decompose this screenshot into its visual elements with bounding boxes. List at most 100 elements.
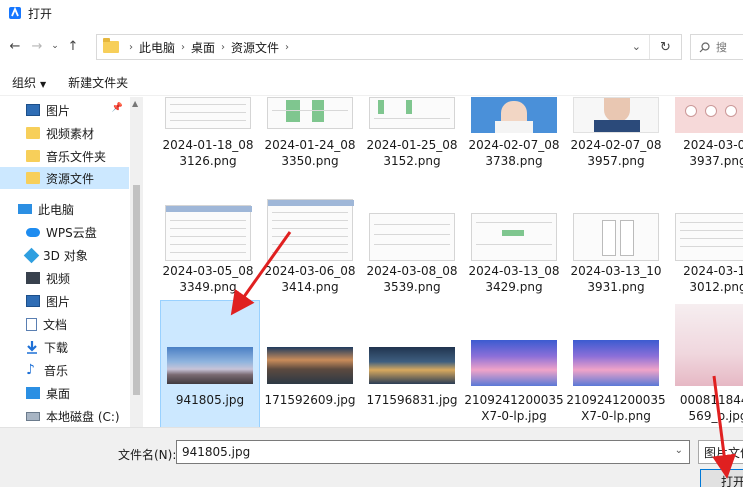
file-name: 2024-02-07_08: [570, 138, 662, 152]
file-item[interactable]: 2024-03-06_08 3414.png: [260, 197, 360, 297]
file-item[interactable]: 0008118446 569_p.jpg: [668, 300, 743, 427]
file-name-line2: 3126.png: [179, 154, 237, 168]
address-bar[interactable]: › 此电脑 › 桌面 › 资源文件 › ⌄ ↻: [96, 34, 682, 60]
chevron-right-icon: ›: [181, 41, 186, 53]
open-button[interactable]: 打开: [700, 469, 743, 487]
folder-icon: [103, 38, 119, 53]
pin-icon: 📌: [111, 103, 123, 113]
recent-locations-button[interactable]: ⌄: [48, 35, 62, 57]
sidebar-item-3d-objects[interactable]: 3D 对象: [0, 244, 129, 266]
sidebar-item-documents[interactable]: 文档: [0, 313, 129, 335]
file-name-line2: 3012.png: [689, 280, 743, 294]
file-item[interactable]: 2024-03-13_10 3931.png: [566, 197, 666, 297]
search-input[interactable]: 搜: [690, 34, 743, 60]
thumbnail: [471, 97, 557, 133]
sidebar-item-label: 音乐文件夹: [46, 149, 107, 164]
file-item[interactable]: 2024-03-01 3937.png: [668, 97, 743, 177]
sidebar-item-label: 图片: [46, 294, 71, 309]
sidebar-item-pictures[interactable]: 图片: [0, 290, 129, 312]
music-icon: ♪: [26, 362, 35, 378]
thumbnail: [675, 213, 743, 261]
thumbnail: [167, 347, 253, 384]
file-item[interactable]: 2024-03-08_08 3539.png: [362, 197, 462, 297]
sidebar-item-music-folder[interactable]: 音乐文件夹: [0, 145, 129, 167]
sidebar-scrollbar[interactable]: ▲: [130, 97, 143, 427]
back-button[interactable]: ←: [4, 35, 26, 57]
file-item[interactable]: 2024-02-07_08 3738.png: [464, 97, 564, 177]
file-name: 2024-03-08_08: [366, 264, 458, 278]
organize-button[interactable]: 组织 ▼: [12, 74, 46, 91]
sidebar-item-label: WPS云盘: [46, 225, 97, 240]
breadcrumb-desktop[interactable]: 桌面: [191, 39, 215, 56]
filename-input[interactable]: 941805.jpg ⌄: [176, 440, 690, 464]
thumbnail: [369, 97, 455, 129]
sidebar-item-resource-files[interactable]: 资源文件: [0, 167, 129, 189]
file-name-line2: 569_p.jpg: [688, 409, 743, 423]
up-button[interactable]: ↑: [62, 35, 84, 57]
file-item[interactable]: 2024-01-25_08 3152.png: [362, 97, 462, 177]
filetype-select[interactable]: 图片文件: [698, 440, 743, 464]
file-item[interactable]: 2024-01-24_08 3350.png: [260, 97, 360, 177]
sidebar-item-label: 本地磁盘 (C:): [46, 409, 120, 424]
sidebar-item-label: 3D 对象: [43, 248, 88, 263]
sidebar-item-pictures-quick[interactable]: 图片 📌: [0, 99, 129, 121]
file-name: 171596831.jpg: [366, 393, 458, 407]
file-name-line2: X7-0-lp.jpg: [481, 409, 547, 423]
file-name-line2: 3414.png: [281, 280, 339, 294]
pictures-icon: [26, 295, 40, 307]
navigation-bar: ← → ⌄ ↑ › 此电脑 › 桌面 › 资源文件 › ⌄ ↻: [0, 30, 743, 62]
sidebar-item-label: 视频: [46, 271, 71, 286]
file-item[interactable]: 2109241200035 X7-0-lp.png: [566, 300, 666, 427]
file-item[interactable]: 2024-02-07_08 3957.png: [566, 97, 666, 177]
file-name: 2024-03-13_10: [570, 264, 662, 278]
sidebar-item-desktop[interactable]: 桌面: [0, 382, 129, 404]
chevron-right-icon: ›: [221, 41, 226, 53]
file-item[interactable]: 2024-01-18_08 3126.png: [158, 97, 258, 177]
sidebar-item-music[interactable]: ♪ 音乐: [0, 359, 129, 381]
file-item[interactable]: 2024-03-05_08 3349.png: [158, 197, 258, 297]
new-folder-button[interactable]: 新建文件夹: [68, 74, 128, 91]
file-name: 2024-03-06_08: [264, 264, 356, 278]
breadcrumb-this-pc[interactable]: 此电脑: [139, 39, 175, 56]
chevron-down-icon[interactable]: ⌄: [675, 445, 683, 456]
address-dropdown-button[interactable]: ⌄: [632, 40, 641, 53]
thumbnail: [267, 97, 353, 129]
forward-button[interactable]: →: [26, 35, 48, 57]
file-item[interactable]: 171596831.jpg: [362, 300, 462, 427]
file-item-selected[interactable]: 941805.jpg: [160, 300, 260, 427]
sidebar-item-label: 下载: [44, 340, 69, 355]
arrow-left-icon: ←: [9, 38, 21, 54]
sidebar-item-downloads[interactable]: 下载: [0, 336, 129, 358]
sidebar-item-local-disk-c[interactable]: 本地磁盘 (C:): [0, 405, 129, 427]
video-icon: [26, 272, 40, 284]
file-item[interactable]: 2024-03-14 3012.png: [668, 197, 743, 297]
file-item[interactable]: 2109241200035 X7-0-lp.jpg: [464, 300, 564, 427]
refresh-button[interactable]: ↻: [649, 35, 681, 59]
search-icon: [699, 41, 710, 52]
thumbnail: [369, 213, 455, 261]
file-list: 2024-01-18_08 3126.png 2024-01-24_08 335…: [144, 97, 743, 427]
file-name-line2: 3152.png: [383, 154, 441, 168]
file-name: 2024-01-25_08: [366, 138, 458, 152]
sidebar-item-video-material[interactable]: 视频素材: [0, 122, 129, 144]
thumbnail: [573, 213, 659, 261]
breadcrumb-resource-files[interactable]: 资源文件: [231, 39, 279, 56]
sidebar-item-videos[interactable]: 视频: [0, 267, 129, 289]
3d-objects-icon: [23, 247, 40, 263]
title-bar: 打开: [0, 0, 743, 26]
folder-icon: [26, 150, 40, 162]
file-item[interactable]: 171592609.jpg: [260, 300, 360, 427]
thumbnail: [471, 213, 557, 261]
sidebar-item-label: 图片: [46, 103, 71, 118]
file-name-line2: X7-0-lp.png: [581, 409, 651, 423]
sidebar-item-wps-cloud[interactable]: WPS云盘: [0, 221, 129, 243]
scrollbar-thumb[interactable]: [133, 185, 140, 395]
navigation-pane: 图片 📌 视频素材 音乐文件夹 资源文件 此电脑 WPS云盘 3D 对象 视频 …: [0, 97, 143, 427]
sidebar-item-this-pc[interactable]: 此电脑: [0, 198, 129, 220]
thumbnail: [165, 97, 251, 129]
filename-label: 文件名(N):: [118, 448, 177, 462]
file-name-line2: 3350.png: [281, 154, 339, 168]
file-name-line2: 3957.png: [587, 154, 645, 168]
file-item[interactable]: 2024-03-13_08 3429.png: [464, 197, 564, 297]
sidebar-item-label: 此电脑: [38, 202, 75, 217]
